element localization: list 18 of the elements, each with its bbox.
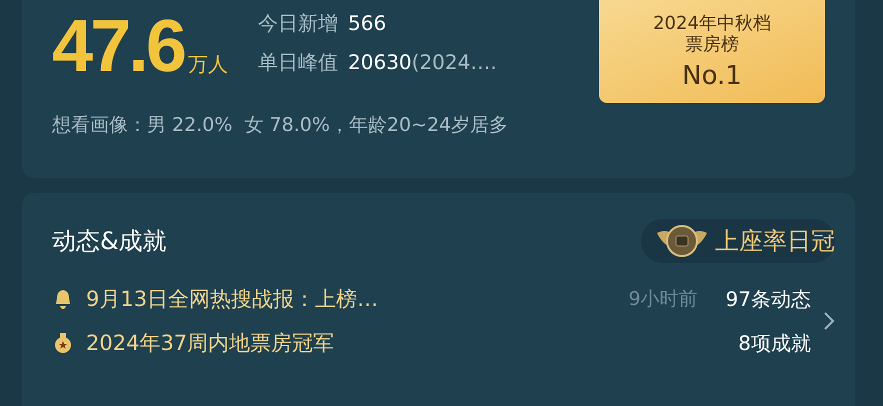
audience-profile: 想看画像：男 22.0% 女 78.0%，年龄20~24岁居多 [52,113,510,138]
badge-rank: No.1 [682,60,742,90]
honor-tag[interactable]: 上座率日冠 [641,219,835,263]
count-label[interactable]: 8项成就 [738,330,811,356]
medal-icon [52,332,74,354]
activity-text[interactable]: 9月13日全网热搜战报：上榜… [86,285,378,313]
activity-text[interactable]: 2024年37周内地票房冠军 [86,329,334,357]
stat-label: 今日新增 [258,10,338,37]
stat-value: 20630(2024…. [348,50,497,74]
unit-label: 万人 [188,51,228,78]
stat-value: 566 [348,11,386,35]
time-label: 9小时前 [628,287,698,312]
want-count: 47.6 [52,3,184,89]
stat-label: 单日峰值 [258,49,338,76]
count-label[interactable]: 97条动态 [726,286,811,312]
badge-title: 2024年中秋档票房榜 [652,12,772,54]
section-title: 动态&成就 [52,226,167,257]
chevron-right-icon[interactable] [823,311,835,331]
